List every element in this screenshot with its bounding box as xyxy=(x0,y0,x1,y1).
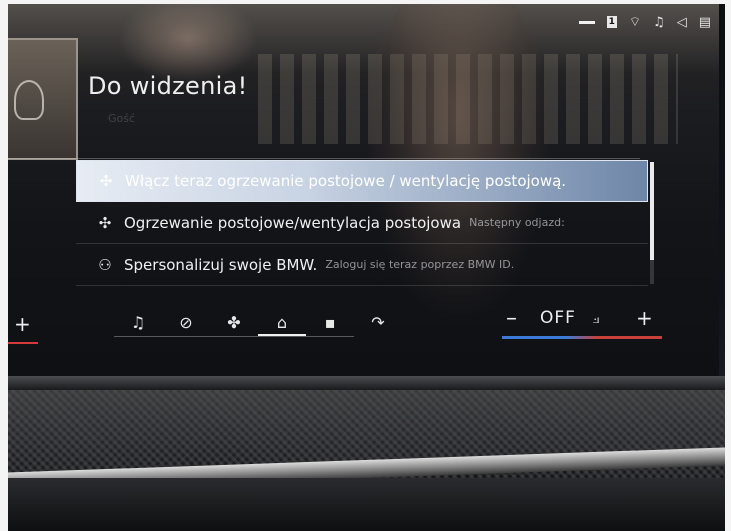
avatar[interactable] xyxy=(8,38,78,160)
status-bar: 1 ⌔ ♫ ◁ ▤ xyxy=(578,14,711,30)
scrollbar[interactable] xyxy=(650,162,654,260)
menu-item-label: Ogrzewanie postojowe/wentylacja postojow… xyxy=(124,213,462,232)
temp-minus-button[interactable]: – xyxy=(506,306,517,331)
temperature-gradient-bar xyxy=(502,336,662,339)
divider xyxy=(8,158,640,159)
profile-badge: 1 xyxy=(606,16,617,28)
apps-icon[interactable]: ▪ xyxy=(306,310,354,336)
climate-status[interactable]: OFF xyxy=(540,308,576,328)
nav-bar: ♫ ⊘ ✤ ⌂ ▪ ↷ xyxy=(114,310,402,336)
menu-item-start-parking-heater[interactable]: ✣ Włącz teraz ogrzewanie postojowe / wen… xyxy=(76,160,648,202)
fan-icon: ✣ xyxy=(99,172,113,190)
page-title: Do widzenia! xyxy=(88,72,248,100)
temp-left-indicator xyxy=(8,342,38,344)
seat-heater-icon[interactable]: ⟓ xyxy=(592,308,600,328)
infotainment-screen: 1 ⌔ ♫ ◁ ▤ Do widzenia! Gość ✣ Włącz tera… xyxy=(8,4,719,376)
temp-left-plus-button[interactable]: + xyxy=(14,312,31,336)
wifi-icon: ⌔ xyxy=(628,15,642,30)
fan-icon[interactable]: ✤ xyxy=(210,310,258,336)
menu-item-label: Włącz teraz ogrzewanie postojowe / wenty… xyxy=(125,172,567,190)
menu-item-sublabel: Zaloguj się teraz poprzez BMW ID. xyxy=(325,258,515,271)
music-icon[interactable]: ♫ xyxy=(114,310,162,336)
home-icon[interactable]: ⌂ xyxy=(258,310,306,336)
photo-border xyxy=(725,0,731,531)
menu-item-label: Spersonalizuj swoje BMW. xyxy=(124,255,318,274)
photo-frame: 1 ⌔ ♫ ◁ ▤ Do widzenia! Gość ✣ Włącz tera… xyxy=(0,0,731,531)
nav-underline xyxy=(114,336,354,337)
gauge-icon[interactable]: ⊘ xyxy=(162,310,210,336)
photo-border xyxy=(0,0,8,531)
person-add-icon: ⚇ xyxy=(98,255,112,274)
menu-item-sublabel: Następny odjazd: xyxy=(469,216,565,229)
climate-control: – OFF ⟓ + xyxy=(502,304,662,339)
fan-icon: ✣ xyxy=(98,213,112,232)
temp-plus-button[interactable]: + xyxy=(636,306,653,330)
card-icon: ▤ xyxy=(698,14,711,30)
speaker-icon: ◁ xyxy=(676,14,687,30)
user-name: Gość xyxy=(108,112,136,125)
scroll-track xyxy=(650,260,654,284)
dashboard-lower xyxy=(0,478,731,531)
menu-item-personalize-bmw[interactable]: ⚇ Spersonalizuj swoje BMW. Zaloguj się t… xyxy=(76,244,648,286)
menu-list: ✣ Włącz teraz ogrzewanie postojowe / wen… xyxy=(76,160,648,286)
menu-item-parking-heater-settings[interactable]: ✣ Ogrzewanie postojowe/wentylacja postoj… xyxy=(76,202,648,244)
user-icon xyxy=(14,80,44,120)
status-dash xyxy=(578,20,595,24)
bottom-bar: + ♫ ⊘ ✤ ⌂ ▪ ↷ – OFF ⟓ + xyxy=(8,300,719,350)
phone-icon[interactable]: ↷ xyxy=(354,310,402,336)
music-icon: ♫ xyxy=(653,14,665,30)
screen-bezel xyxy=(0,376,731,390)
